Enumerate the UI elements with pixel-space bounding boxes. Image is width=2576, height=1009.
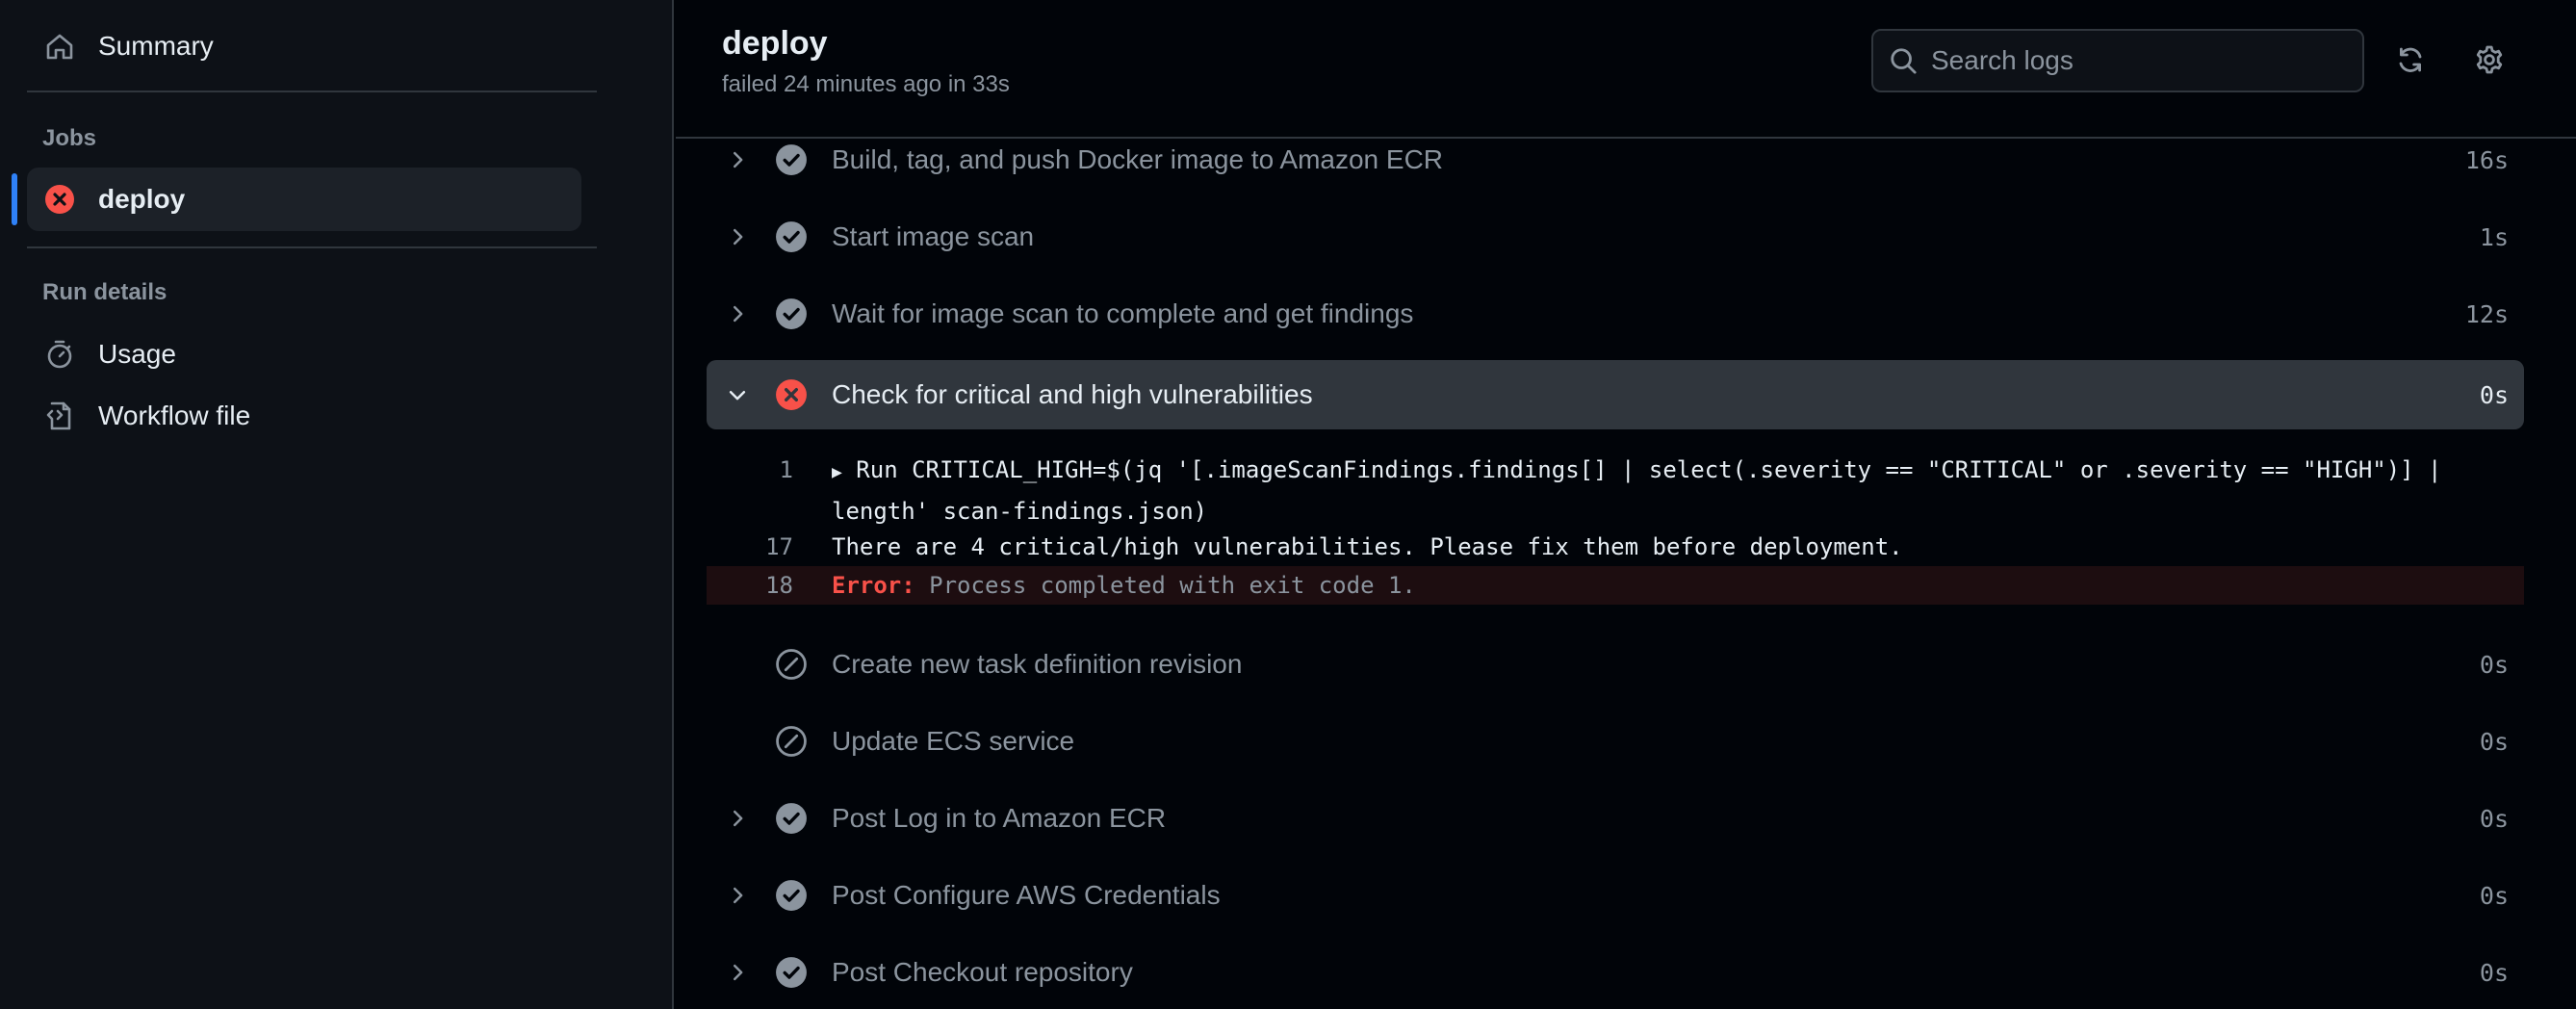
step-duration: 16s — [2464, 145, 2509, 174]
step-duration: 0s — [2479, 804, 2509, 833]
log-text: Error: Process completed with exit code … — [832, 566, 2507, 605]
home-icon — [42, 29, 77, 64]
file-code-icon — [42, 399, 77, 433]
check-circle-fill-icon — [774, 220, 809, 254]
chevron-right-icon[interactable] — [724, 959, 751, 986]
x-circle-fill-icon — [42, 182, 77, 217]
step-label: Check for critical and high vulnerabilit… — [832, 379, 1313, 409]
chevron-right-icon[interactable] — [724, 300, 751, 327]
step-duration: 1s — [2479, 222, 2509, 251]
sidebar-item-usage[interactable]: Usage — [27, 323, 597, 385]
skip-icon — [774, 724, 809, 759]
step-label: Post Configure AWS Credentials — [832, 880, 1221, 910]
log-line-error[interactable]: 18 Error: Process completed with exit co… — [707, 566, 2524, 605]
log-line[interactable]: 17 There are 4 critical/high vulnerabili… — [707, 528, 2524, 566]
sidebar: Summary Jobs deploy Run details Usage Wo… — [0, 0, 674, 1009]
sync-icon — [2395, 44, 2426, 75]
triangle-right-icon[interactable]: ▶ — [832, 462, 842, 482]
line-number[interactable]: 17 — [745, 528, 793, 566]
divider — [27, 91, 597, 92]
job-header: deploy failed 24 minutes ago in 33s — [676, 0, 2576, 139]
line-number[interactable]: 18 — [745, 566, 793, 605]
step-label: Post Log in to Amazon ECR — [832, 803, 1167, 833]
stopwatch-icon — [42, 337, 77, 372]
step-row[interactable]: Post Checkout repository 0s — [707, 938, 2524, 1007]
search-box[interactable] — [1871, 29, 2364, 92]
step-label: Build, tag, and push Docker image to Ama… — [832, 144, 1444, 174]
main-panel: deploy failed 24 minutes ago in 33s Sear… — [676, 0, 2576, 1009]
log-text: ▶ Run CRITICAL_HIGH=$(jq '[.imageScanFin… — [832, 451, 2507, 530]
step-duration: 0s — [2479, 727, 2509, 756]
divider — [27, 246, 597, 248]
run-status-text: failed 24 minutes ago in 33s — [722, 71, 1010, 97]
refresh-button[interactable] — [2389, 39, 2432, 81]
step-row-expanded[interactable]: Check for critical and high vulnerabilit… — [707, 360, 2524, 429]
step-label: Update ECS service — [832, 726, 1075, 756]
jobs-heading: Jobs — [42, 125, 97, 151]
run-details-heading: Run details — [42, 279, 167, 305]
chevron-right-icon[interactable] — [724, 223, 751, 250]
step-duration: 12s — [2464, 299, 2509, 328]
check-circle-fill-icon — [774, 142, 809, 177]
log-command: Run CRITICAL_HIGH=$(jq '[.imageScanFindi… — [832, 456, 2456, 525]
step-label: Wait for image scan to complete and get … — [832, 298, 1414, 328]
chevron-right-icon[interactable] — [724, 146, 751, 173]
step-row[interactable]: Start image scan 1s — [707, 202, 2524, 272]
workflow-run-app: Summary Jobs deploy Run details Usage Wo… — [0, 0, 2576, 1009]
step-row[interactable]: Create new task definition revision 0s — [707, 630, 2524, 699]
step-label: Start image scan — [832, 221, 1035, 251]
step-row[interactable]: Post Log in to Amazon ECR 0s — [707, 784, 2524, 853]
chevron-down-icon[interactable] — [724, 381, 751, 408]
chevron-right-icon[interactable] — [724, 805, 751, 832]
check-circle-fill-icon — [774, 878, 809, 913]
error-keyword: Error: — [832, 572, 915, 599]
step-label: Create new task definition revision — [832, 649, 1243, 679]
search-icon — [1889, 46, 1918, 75]
step-row[interactable]: Post Configure AWS Credentials 0s — [707, 861, 2524, 930]
step-duration: 0s — [2479, 650, 2509, 679]
settings-button[interactable] — [2468, 39, 2511, 81]
log-line[interactable]: 1 ▶ Run CRITICAL_HIGH=$(jq '[.imageScanF… — [707, 451, 2524, 528]
line-number[interactable]: 1 — [745, 451, 793, 489]
sidebar-item-label: deploy — [98, 184, 186, 214]
log-text: There are 4 critical/high vulnerabilitie… — [832, 533, 1903, 560]
page-title: deploy — [722, 25, 828, 62]
sidebar-item-summary[interactable]: Summary — [27, 15, 597, 77]
sidebar-item-label: Workflow file — [98, 401, 251, 430]
step-duration: 0s — [2479, 958, 2509, 987]
step-label: Post Checkout repository — [832, 957, 1133, 987]
chevron-right-icon[interactable] — [724, 882, 751, 909]
step-duration: 0s — [2479, 380, 2509, 409]
step-row[interactable]: Build, tag, and push Docker image to Ama… — [707, 125, 2524, 194]
step-row[interactable]: Update ECS service 0s — [707, 707, 2524, 776]
x-circle-fill-icon — [774, 377, 809, 412]
check-circle-fill-icon — [774, 801, 809, 836]
step-row[interactable]: Wait for image scan to complete and get … — [707, 279, 2524, 349]
sidebar-item-label: Summary — [98, 31, 214, 61]
gear-icon — [2474, 44, 2505, 75]
sidebar-item-workflow-file[interactable]: Workflow file — [27, 385, 597, 447]
check-circle-fill-icon — [774, 297, 809, 331]
skip-icon — [774, 647, 809, 682]
search-input[interactable] — [1931, 45, 2335, 76]
sidebar-item-label: Usage — [98, 339, 176, 369]
sidebar-item-job-deploy[interactable]: deploy — [27, 168, 581, 231]
check-circle-fill-icon — [774, 955, 809, 990]
step-duration: 0s — [2479, 881, 2509, 910]
active-indicator — [12, 173, 17, 225]
error-message: Process completed with exit code 1. — [914, 572, 1416, 599]
